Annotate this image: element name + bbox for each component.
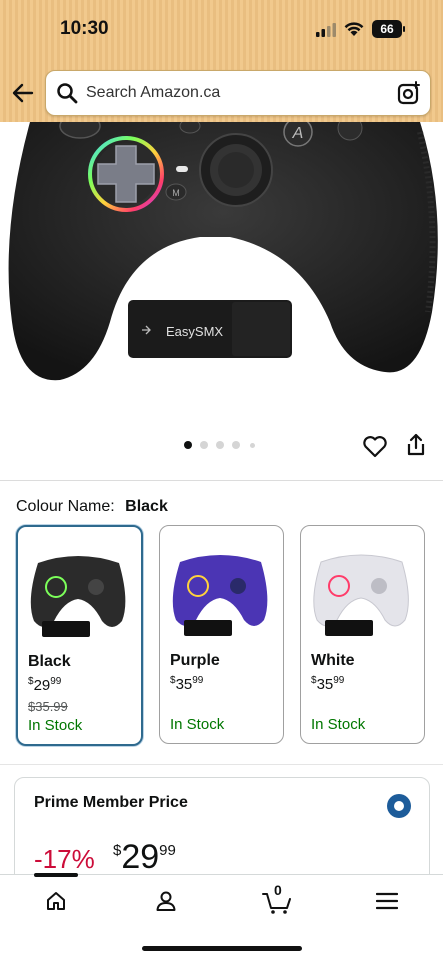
prime-radio-button[interactable] [387, 794, 411, 818]
carousel-dot[interactable] [250, 443, 255, 448]
discount-percent: -17% [34, 844, 95, 874]
svg-text:A: A [292, 125, 304, 142]
camera-lens-icon[interactable] [396, 80, 422, 106]
variant-card-black[interactable]: Black $2999 $35.99 In Stock [16, 525, 143, 746]
carousel-dot[interactable] [216, 441, 224, 449]
variant-card-purple[interactable]: Purple $3599 In Stock [159, 525, 284, 744]
heart-icon[interactable] [362, 434, 388, 458]
dongle-brand-text: EasySMX [166, 324, 223, 339]
variant-name: Black [28, 653, 71, 670]
status-bar: 10:30 66 [0, 0, 443, 60]
divider [0, 480, 443, 481]
bottom-nav [0, 873, 443, 961]
cart-count-badge: 0 [274, 882, 282, 898]
controller-image: A M EasySMX [8, 122, 438, 381]
variant-name: White [311, 652, 355, 669]
back-arrow-icon[interactable] [10, 80, 36, 106]
search-bar[interactable]: Search Amazon.ca [45, 70, 431, 116]
wifi-icon [344, 22, 364, 36]
carousel-dot[interactable] [232, 441, 240, 449]
colour-label: Colour Name: [16, 498, 115, 515]
variant-was-price: $35.99 [28, 699, 68, 714]
carousel-dot-active[interactable] [184, 441, 192, 449]
variant-stock: In Stock [311, 716, 366, 733]
prime-price: $2999 [113, 838, 176, 876]
variant-card-white[interactable]: White $3599 In Stock [300, 525, 425, 744]
colour-name-row: Colour Name: Black [16, 498, 168, 516]
nav-active-indicator [34, 873, 78, 877]
battery-icon: 66 [372, 20, 402, 38]
home-icon[interactable] [44, 889, 68, 913]
search-input[interactable]: Search Amazon.ca [86, 84, 220, 102]
variant-thumb-purple [172, 555, 268, 636]
home-indicator [142, 946, 302, 951]
variant-stock: In Stock [170, 716, 225, 733]
carousel-dot[interactable] [200, 441, 208, 449]
variant-thumb-black [30, 556, 126, 637]
variant-price: $3599 [170, 675, 204, 693]
status-time: 10:30 [60, 18, 109, 39]
product-image[interactable]: A M EasySMX [0, 122, 443, 432]
variant-name: Purple [170, 652, 220, 669]
account-icon[interactable] [154, 889, 178, 913]
menu-icon[interactable] [376, 891, 398, 911]
divider [0, 764, 443, 765]
svg-text:M: M [172, 188, 180, 198]
colour-selected: Black [125, 498, 168, 515]
variant-price: $3599 [311, 675, 345, 693]
prime-title: Prime Member Price [34, 794, 188, 811]
search-icon [57, 83, 78, 104]
variant-price: $2999 [28, 676, 62, 694]
variant-stock: In Stock [28, 717, 83, 734]
variant-thumb-white [313, 554, 409, 636]
cellular-signal-icon [316, 23, 336, 37]
app-header: 10:30 66 Search Amazon.ca [0, 0, 443, 122]
share-icon[interactable] [404, 432, 428, 458]
